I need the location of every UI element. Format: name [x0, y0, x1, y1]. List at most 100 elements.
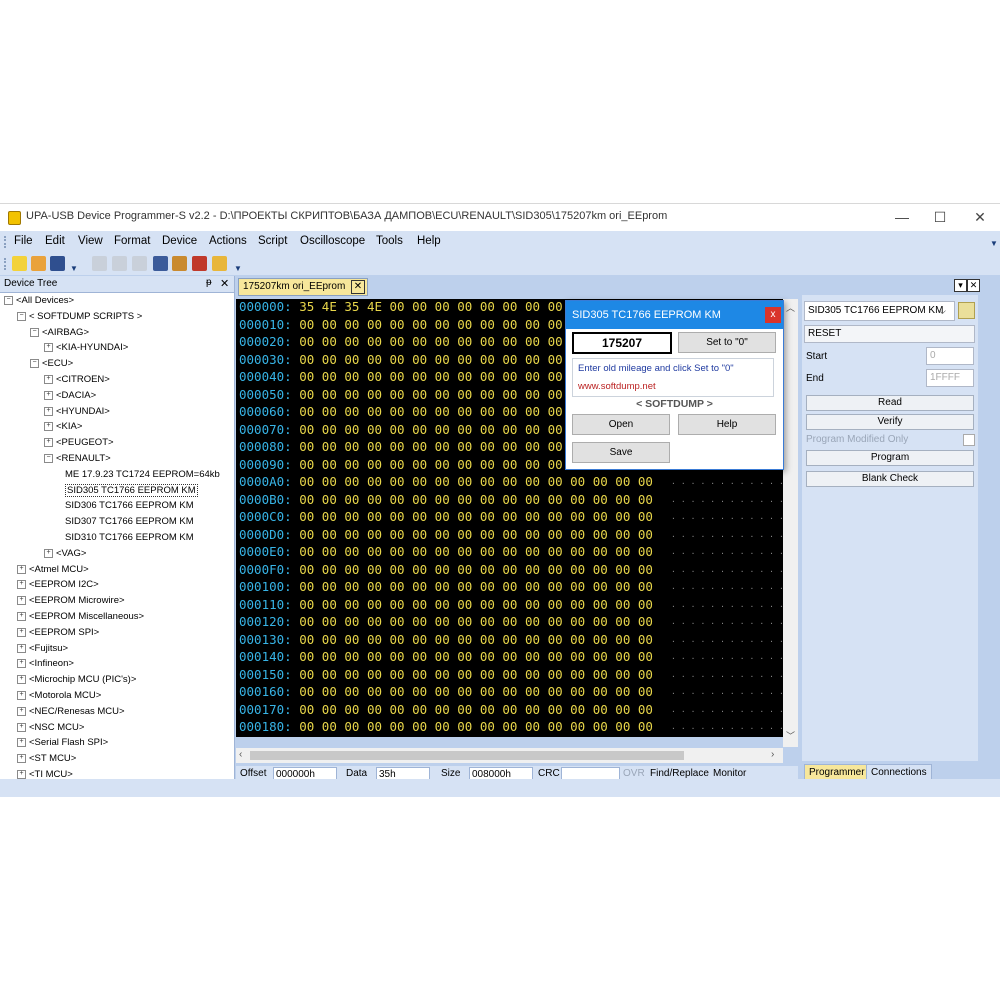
tree-node[interactable]: + <EEPROM I2C>: [17, 577, 99, 592]
hex-row[interactable]: 0000C0: 00 00 00 00 00 00 00 00 00 00 00…: [239, 508, 783, 525]
tree-node[interactable]: SID310 TC1766 EEPROM KM: [65, 530, 194, 545]
hex-row[interactable]: 000180: 00 00 00 00 00 00 00 00 00 00 00…: [239, 718, 783, 735]
close-window-button[interactable]: ✕: [960, 206, 1000, 228]
tree-node[interactable]: + <Infineon>: [17, 656, 74, 671]
tree-node[interactable]: + <Microchip MCU (PIC's)>: [17, 672, 136, 687]
hex-bytes[interactable]: 00 00 00 00 00 00 00 00 00 00 00 00 00 0…: [299, 649, 653, 664]
expand-icon[interactable]: +: [17, 659, 26, 669]
monitor-label[interactable]: Monitor: [713, 768, 746, 779]
read-icon[interactable]: [92, 256, 107, 271]
menu-oscilloscope[interactable]: Oscilloscope: [300, 235, 365, 247]
scroll-down-icon[interactable]: ﹀: [786, 729, 795, 742]
tree-node[interactable]: + <EEPROM Miscellaneous>: [17, 609, 144, 624]
toolbar-overflow-icon[interactable]: ▼: [70, 264, 78, 273]
hex-bytes[interactable]: 00 00 00 00 00 00 00 00 00 00 00 00 00 0…: [299, 737, 653, 738]
hex-row[interactable]: 0000E0: 00 00 00 00 00 00 00 00 00 00 00…: [239, 543, 783, 560]
expand-icon[interactable]: +: [44, 548, 53, 558]
menu-script[interactable]: Script: [258, 235, 287, 247]
help-button[interactable]: Help: [678, 414, 776, 435]
save-icon[interactable]: [50, 256, 65, 271]
expand-icon[interactable]: +: [17, 690, 26, 700]
tab-ori-eeprom[interactable]: 175207km ori_EEprom ✕: [238, 278, 368, 296]
dialog-close-button[interactable]: x: [765, 307, 781, 323]
tree-node[interactable]: + <VAG>: [44, 546, 86, 561]
hex-row[interactable]: 0000A0: 00 00 00 00 00 00 00 00 00 00 00…: [239, 473, 783, 490]
pin-icon[interactable]: ᵽ: [206, 277, 212, 288]
tree-node[interactable]: − <All Devices>: [4, 293, 74, 308]
hex-bytes[interactable]: 00 00 00 00 00 00 00 00 00 00 00 00 00 0…: [299, 597, 653, 612]
scroll-right-icon[interactable]: ›: [771, 749, 774, 760]
expand-icon[interactable]: +: [17, 722, 26, 732]
expand-icon[interactable]: +: [44, 343, 53, 353]
hex-row[interactable]: 000160: 00 00 00 00 00 00 00 00 00 00 00…: [239, 683, 783, 700]
program-button[interactable]: Program: [806, 450, 974, 466]
close-panel-icon[interactable]: ✕: [967, 279, 980, 292]
program-modified-only-checkbox[interactable]: [963, 434, 975, 446]
hex-row[interactable]: 0000D0: 00 00 00 00 00 00 00 00 00 00 00…: [239, 526, 783, 543]
tree-node[interactable]: + <Fujitsu>: [17, 641, 68, 656]
hex-row[interactable]: 000150: 00 00 00 00 00 00 00 00 00 00 00…: [239, 666, 783, 683]
tree-node[interactable]: − < SOFTDUMP SCRIPTS >: [17, 309, 142, 324]
hex-row[interactable]: 000110: 00 00 00 00 00 00 00 00 00 00 00…: [239, 596, 783, 613]
blank-check-button[interactable]: Blank Check: [806, 471, 974, 487]
collapse-icon[interactable]: −: [17, 311, 26, 321]
hex-bytes[interactable]: 00 00 00 00 00 00 00 00 00 00 00 00 00 0…: [299, 702, 653, 717]
tree-node[interactable]: + <DACIA>: [44, 388, 96, 403]
tree-node[interactable]: + <HYUNDAI>: [44, 404, 110, 419]
tree-node[interactable]: + <CITROEN>: [44, 372, 110, 387]
end-input[interactable]: 1FFFF: [926, 369, 974, 387]
tree-node[interactable]: ME 17.9.23 TC1724 EEPROM=64kb: [65, 467, 220, 482]
menu-view[interactable]: View: [78, 235, 103, 247]
hex-row[interactable]: 000100: 00 00 00 00 00 00 00 00 00 00 00…: [239, 578, 783, 595]
sum-icon[interactable]: [212, 256, 227, 271]
tree-node[interactable]: + <TI MCU>: [17, 767, 73, 779]
hex-bytes[interactable]: 00 00 00 00 00 00 00 00 00 00 00 00 00 0…: [299, 579, 653, 594]
expand-icon[interactable]: +: [44, 390, 53, 400]
device-select[interactable]: SID305 TC1766 EEPROM KM ⌵: [804, 301, 955, 321]
expand-icon[interactable]: +: [17, 580, 26, 590]
menu-format[interactable]: Format: [114, 235, 150, 247]
tree-node[interactable]: − <AIRBAG>: [30, 325, 89, 340]
menu-device[interactable]: Device: [162, 235, 197, 247]
open-icon[interactable]: [31, 256, 46, 271]
expand-icon[interactable]: +: [17, 643, 26, 653]
expand-icon[interactable]: +: [44, 374, 53, 384]
hex-bytes[interactable]: 00 00 00 00 00 00 00 00 00 00 00 00 00 0…: [299, 474, 653, 489]
hex-bytes[interactable]: 00 00 00 00 00 00 00 00 00 00 00 00 00 0…: [299, 667, 653, 682]
tree-node[interactable]: + <Serial Flash SPI>: [17, 735, 108, 750]
collapse-icon[interactable]: −: [30, 359, 39, 369]
tree-node[interactable]: + <KIA-HYUNDAI>: [44, 340, 128, 355]
menu-file[interactable]: File: [14, 235, 33, 247]
hex-bytes[interactable]: 00 00 00 00 00 00 00 00 00 00 00 00 00 0…: [299, 632, 653, 647]
tree-node[interactable]: + <EEPROM SPI>: [17, 625, 99, 640]
expand-icon[interactable]: +: [44, 422, 53, 432]
open-button[interactable]: Open: [572, 414, 670, 435]
hex-bytes[interactable]: 00 00 00 00 00 00 00 00 00 00 00 00 00 0…: [299, 509, 653, 524]
hex-row[interactable]: 000170: 00 00 00 00 00 00 00 00 00 00 00…: [239, 701, 783, 718]
tree-node[interactable]: SID307 TC1766 EEPROM KM: [65, 514, 194, 529]
tree-node[interactable]: SID305 TC1766 EEPROM KM: [65, 483, 198, 498]
expand-icon[interactable]: +: [17, 564, 26, 574]
hex-bytes[interactable]: 00 00 00 00 00 00 00 00 00 00 00 00 00 0…: [299, 684, 653, 699]
expand-icon[interactable]: +: [17, 611, 26, 621]
collapse-icon[interactable]: −: [30, 327, 39, 337]
expand-icon[interactable]: +: [17, 769, 26, 779]
set-to-zero-button[interactable]: Set to "0": [678, 332, 776, 353]
read-button[interactable]: Read: [806, 395, 974, 411]
tree-node[interactable]: − <ECU>: [30, 356, 73, 371]
hex-row[interactable]: 000120: 00 00 00 00 00 00 00 00 00 00 00…: [239, 613, 783, 630]
hex-bytes[interactable]: 00 00 00 00 00 00 00 00 00 00 00 00 00 0…: [299, 614, 653, 629]
save-button[interactable]: Save: [572, 442, 670, 463]
hex-bytes[interactable]: 00 00 00 00 00 00 00 00 00 00 00 00 00 0…: [299, 527, 653, 542]
tree-node[interactable]: + <KIA>: [44, 419, 82, 434]
find-replace-label[interactable]: Find/Replace: [650, 768, 709, 779]
hex-bytes[interactable]: 00 00 00 00 00 00 00 00 00 00 00 00 00 0…: [299, 544, 653, 559]
menu-help[interactable]: Help: [417, 235, 441, 247]
hex-row[interactable]: 000130: 00 00 00 00 00 00 00 00 00 00 00…: [239, 631, 783, 648]
expand-icon[interactable]: +: [17, 627, 26, 637]
dropdown-icon[interactable]: ▾: [954, 279, 967, 292]
collapse-icon[interactable]: −: [44, 453, 53, 463]
menu-actions[interactable]: Actions: [209, 235, 247, 247]
device-icon[interactable]: [153, 256, 168, 271]
tree-node[interactable]: SID306 TC1766 EEPROM KM: [65, 498, 194, 513]
